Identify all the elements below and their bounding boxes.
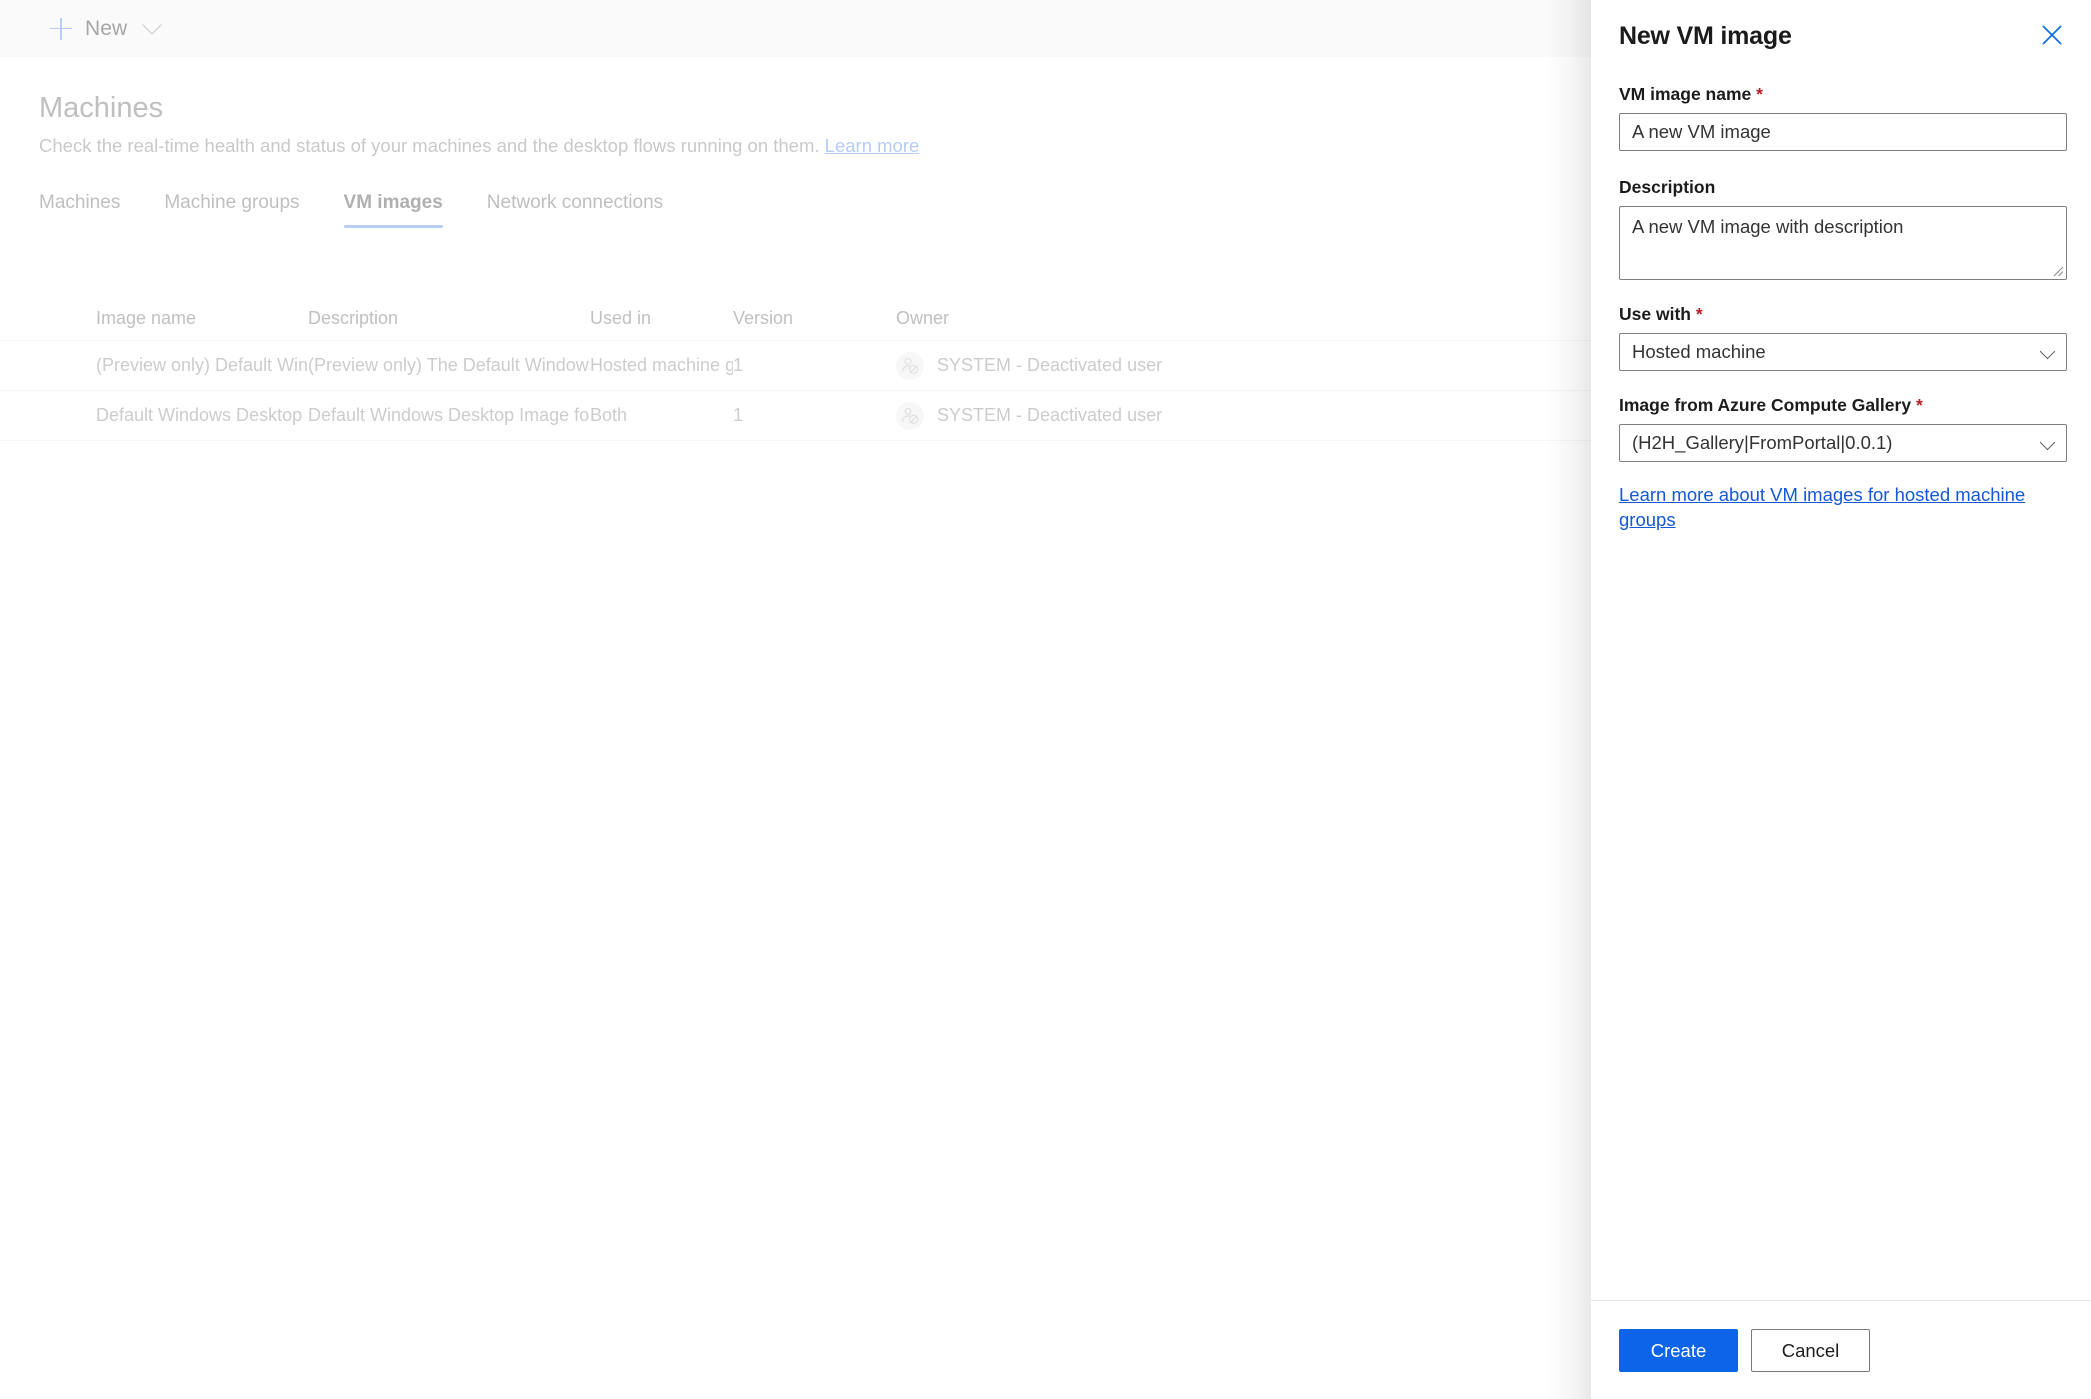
deactivated-user-icon [896,401,924,430]
cell-owner: SYSTEM - Deactivated user [896,351,1316,380]
use-with-dropdown[interactable]: Hosted machine [1619,333,2067,371]
field-description: Description [1619,177,2067,280]
cancel-button[interactable]: Cancel [1751,1329,1870,1372]
vm-image-name-input[interactable] [1619,113,2067,151]
page-subtitle: Check the real-time health and status of… [39,135,919,157]
new-vm-image-form: VM image name * Description [1619,84,2067,533]
required-asterisk: * [1756,84,1763,104]
label-use-with: Use with * [1619,304,2067,325]
description-textarea[interactable] [1619,206,2067,280]
field-vm-image-name: VM image name * [1619,84,2067,151]
table-row[interactable]: (Preview only) Default Windo... (Preview… [0,340,1591,390]
footer-button-row: Create Cancel [1619,1329,1870,1372]
cell-used-in: Hosted machine group [590,355,733,375]
tab-vm-images[interactable]: VM images [322,192,465,228]
cell-description: (Preview only) The Default Windows Desk.… [308,355,590,375]
field-use-with: Use with * Hosted machine [1619,304,2067,371]
tab-machines[interactable]: Machines [39,192,142,228]
learn-more-vm-images-link[interactable]: Learn more about VM images for hosted ma… [1619,483,2071,533]
table-header-row: Image name Description Used in Version O… [0,296,1591,340]
cell-image-name: Default Windows Desktop I... [96,405,308,425]
column-header-description[interactable]: Description [308,308,590,329]
required-asterisk: * [1695,304,1703,324]
panel-header: New VM image [1619,22,2069,52]
new-button-label: New [85,16,128,40]
cell-image-name: (Preview only) Default Windo... [96,355,308,375]
label-description: Description [1619,177,1716,197]
chevron-down-icon [142,14,163,35]
label-use-with-text: Use with [1619,304,1691,324]
required-asterisk: * [1915,395,1923,415]
app-root: New Machines Check the real-time health … [0,0,2091,1399]
tab-network-connections[interactable]: Network connections [465,192,685,228]
column-header-used-in[interactable]: Used in [590,308,733,329]
plus-icon [50,17,72,40]
cell-used-in: Both [590,405,628,425]
deactivated-user-icon [896,351,924,380]
cell-version: 1 [733,355,744,375]
label-gallery-image: Image from Azure Compute Gallery * [1619,395,2067,416]
table-row[interactable]: Default Windows Desktop I... Default Win… [0,390,1591,440]
page-subtitle-text: Check the real-time health and status of… [39,135,820,156]
label-vm-image-name: VM image name * [1619,84,2067,105]
column-header-owner[interactable]: Owner [896,308,1316,329]
new-vm-image-panel: New VM image VM image name * Description [1591,0,2091,1399]
panel-footer: Create Cancel [1591,1300,2091,1399]
label-vm-image-name-text: VM image name [1619,84,1752,104]
gallery-image-dropdown[interactable]: (H2H_Gallery|FromPortal|0.0.1) [1619,424,2067,462]
new-button[interactable]: New [40,0,169,57]
column-header-image-name[interactable]: Image name [0,308,308,329]
owner-name: SYSTEM - Deactivated user [937,405,1163,425]
page-title: Machines [39,92,164,124]
panel-drop-shadow [1546,0,1591,1399]
column-header-version[interactable]: Version [733,308,896,329]
cell-owner: SYSTEM - Deactivated user [896,401,1316,430]
close-icon[interactable] [2035,18,2069,52]
table-bottom-divider [0,440,1591,441]
label-gallery-image-text: Image from Azure Compute Gallery [1619,395,1912,415]
learn-more-link[interactable]: Learn more [825,135,920,156]
background-page: New Machines Check the real-time health … [0,0,1591,1399]
command-toolbar: New [0,0,1591,57]
create-button[interactable]: Create [1619,1329,1738,1372]
vm-images-table: Image name Description Used in Version O… [0,296,1591,441]
panel-title: New VM image [1619,22,1792,50]
tab-strip: Machines Machine groups VM images Networ… [39,192,685,228]
cell-description: Default Windows Desktop Image for use i.… [308,405,590,425]
tab-machine-groups[interactable]: Machine groups [142,192,321,228]
cell-version: 1 [733,405,744,425]
field-gallery-image: Image from Azure Compute Gallery * (H2H_… [1619,395,2067,462]
owner-name: SYSTEM - Deactivated user [937,355,1163,375]
